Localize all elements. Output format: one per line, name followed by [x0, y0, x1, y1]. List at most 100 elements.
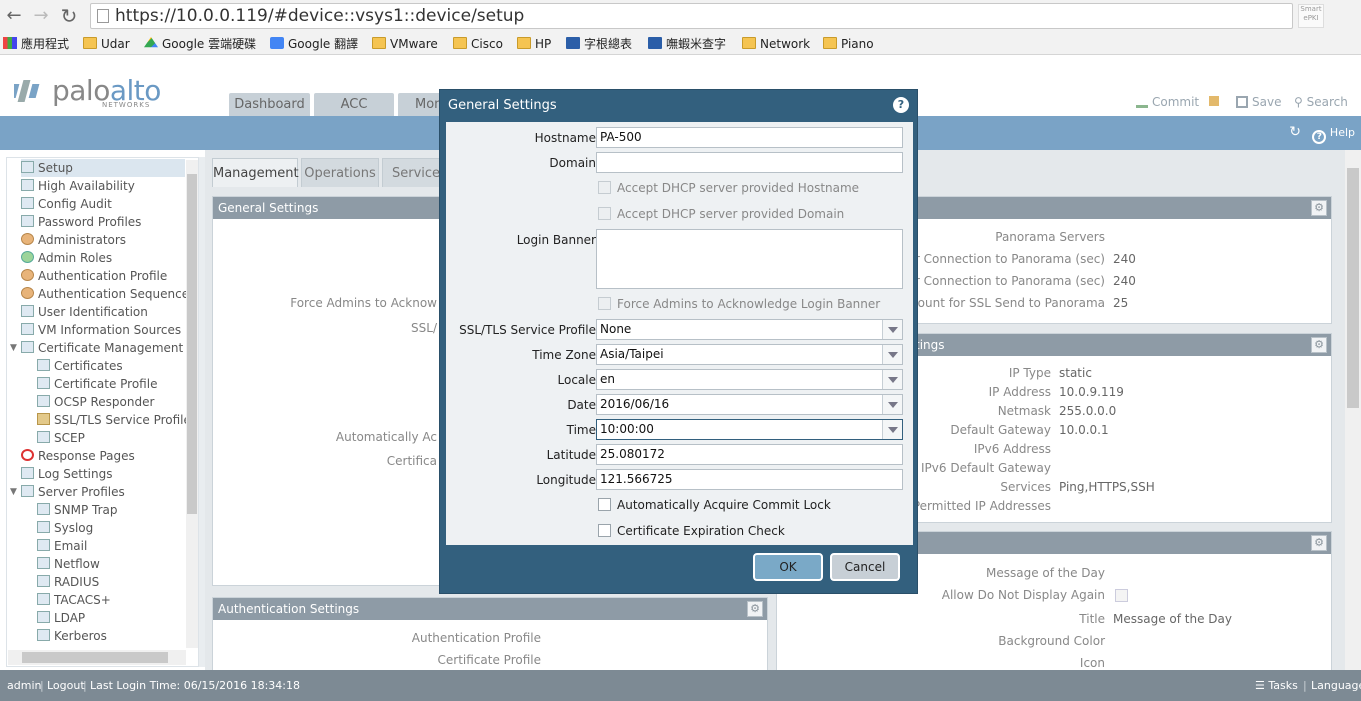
- domain-input[interactable]: [596, 152, 903, 173]
- chevron-down-icon[interactable]: [882, 345, 902, 364]
- bookmark-google-translate[interactable]: Google 翻譯: [270, 36, 358, 52]
- dhcp-hostname-checkbox[interactable]: [598, 181, 611, 194]
- bookmark-zigen[interactable]: 字根總表: [566, 36, 632, 52]
- tab-dashboard[interactable]: Dashboard: [229, 93, 310, 116]
- save-button[interactable]: Save: [1236, 95, 1281, 109]
- time-select[interactable]: 10:00:00: [596, 419, 903, 440]
- tree-item-certificate-management[interactable]: Certificate Management: [21, 339, 183, 357]
- bookmark-cisco[interactable]: Cisco: [453, 36, 503, 52]
- tree-item-log-settings[interactable]: Log Settings: [21, 465, 112, 483]
- calendar-dropdown-icon[interactable]: [882, 395, 902, 414]
- tree-item-netflow[interactable]: Netflow: [37, 555, 100, 573]
- scrollbar-thumb[interactable]: [1347, 168, 1359, 408]
- scep-icon: [37, 431, 50, 443]
- tree-item-radius[interactable]: RADIUS: [37, 573, 99, 591]
- tab-acc[interactable]: ACC: [314, 93, 394, 116]
- back-icon[interactable]: ←: [3, 5, 25, 27]
- login-banner-textarea[interactable]: [596, 229, 903, 289]
- panel-splitter[interactable]: [199, 157, 205, 667]
- tree-item-certificate-profile[interactable]: Certificate Profile: [37, 375, 157, 393]
- logout-link[interactable]: Logout: [47, 670, 85, 701]
- refresh-icon[interactable]: ↻: [1289, 124, 1301, 140]
- bookmark-boshiamy[interactable]: 嘸蝦米查字: [648, 36, 726, 52]
- tasks-button[interactable]: ☰ Tasks: [1255, 670, 1298, 701]
- tree-item-tacacs[interactable]: TACACS+: [37, 591, 111, 609]
- bookmark-apps[interactable]: 應用程式: [3, 36, 69, 52]
- tree-item-server-profiles[interactable]: Server Profiles: [21, 483, 125, 501]
- tree-item-certificates[interactable]: Certificates: [37, 357, 123, 375]
- help-link[interactable]: Help: [1330, 126, 1355, 139]
- forward-icon[interactable]: →: [30, 5, 52, 27]
- date-picker[interactable]: 2016/06/16: [596, 394, 903, 415]
- hostname-input[interactable]: PA-500: [596, 127, 903, 148]
- tree-item-syslog[interactable]: Syslog: [37, 519, 93, 537]
- dhcp-domain-checkbox[interactable]: [598, 207, 611, 220]
- url-text: https://10.0.0.119/#device::vsys1::devic…: [115, 6, 525, 26]
- tree-item-ssl-tls-service-profile[interactable]: SSL/TLS Service Profile: [37, 411, 191, 429]
- bookmark-hp[interactable]: HP: [517, 36, 551, 52]
- dialog-title: General Settings: [448, 98, 557, 113]
- tree-item-authentication-sequence[interactable]: Authentication Sequence: [21, 285, 189, 303]
- gear-icon[interactable]: ⚙: [1311, 337, 1327, 353]
- tree-item-setup[interactable]: Setup: [21, 159, 185, 177]
- help-icon[interactable]: ?: [893, 97, 909, 113]
- locale-label: Locale: [557, 373, 596, 387]
- tab-operations[interactable]: Operations: [301, 158, 379, 187]
- force-acknowledge-checkbox[interactable]: [598, 297, 611, 310]
- tree-item-email[interactable]: Email: [37, 537, 87, 555]
- scrollbar-thumb[interactable]: [22, 652, 168, 663]
- gear-icon[interactable]: ⚙: [1311, 200, 1327, 216]
- gear-icon[interactable]: ⚙: [1311, 535, 1327, 551]
- time-zone-select[interactable]: Asia/Taipei: [596, 344, 903, 365]
- tree-vertical-scrollbar[interactable]: [186, 160, 198, 648]
- tree-item-ldap[interactable]: LDAP: [37, 609, 85, 627]
- latitude-input[interactable]: 25.080172: [596, 444, 903, 465]
- dictionary-icon: [648, 37, 662, 49]
- tree-item-admin-roles[interactable]: Admin Roles: [21, 249, 112, 267]
- cancel-button[interactable]: Cancel: [830, 553, 900, 581]
- ssl-tls-profile-select[interactable]: None: [596, 319, 903, 340]
- ok-button[interactable]: OK: [753, 553, 823, 581]
- bookmark-network[interactable]: Network: [742, 36, 810, 52]
- chevron-down-icon[interactable]: [882, 370, 902, 389]
- tree-horizontal-scrollbar[interactable]: [8, 650, 186, 665]
- tree-item-vm-information-sources[interactable]: VM Information Sources: [21, 321, 181, 339]
- bookmark-piano[interactable]: Piano: [823, 36, 874, 52]
- tab-management[interactable]: Management: [212, 158, 299, 187]
- tab-services[interactable]: Services: [382, 158, 442, 187]
- search-button[interactable]: ⚲ Search: [1294, 95, 1348, 109]
- field-label: Message of the Day: [986, 566, 1105, 580]
- bookmark-google-drive[interactable]: Google 雲端硬碟: [144, 36, 256, 52]
- smart-epki-icon[interactable]: Smart ePKI: [1298, 4, 1324, 28]
- commit-button[interactable]: Commit: [1136, 95, 1219, 109]
- tree-item-scep[interactable]: SCEP: [37, 429, 85, 447]
- chevron-down-icon[interactable]: [882, 320, 902, 339]
- collapse-icon[interactable]: ▼: [10, 339, 20, 357]
- tree-item-ocsp-responder[interactable]: OCSP Responder: [37, 393, 154, 411]
- gear-icon[interactable]: ⚙: [747, 601, 763, 617]
- address-bar[interactable]: https://10.0.0.119/#device::vsys1::devic…: [90, 3, 1293, 29]
- cert-expiration-checkbox[interactable]: [598, 524, 611, 537]
- tree-item-response-pages[interactable]: Response Pages: [21, 447, 135, 465]
- reload-icon[interactable]: ↻: [58, 5, 80, 27]
- longitude-input[interactable]: 121.566725: [596, 469, 903, 490]
- auto-commit-lock-checkbox[interactable]: [598, 498, 611, 511]
- tree-item-administrators[interactable]: Administrators: [21, 231, 126, 249]
- collapse-icon[interactable]: ▼: [10, 483, 20, 501]
- tree-item-snmp-trap[interactable]: SNMP Trap: [37, 501, 117, 519]
- tree-item-kerberos[interactable]: Kerberos: [37, 627, 107, 645]
- help-icon[interactable]: ?: [1312, 130, 1327, 144]
- bookmark-vmware[interactable]: VMware: [372, 36, 438, 52]
- tree-item-user-identification[interactable]: User Identification: [21, 303, 148, 321]
- scrollbar-thumb[interactable]: [187, 174, 197, 514]
- tree-item-password-profiles[interactable]: Password Profiles: [21, 213, 141, 231]
- tree-item-config-audit[interactable]: Config Audit: [21, 195, 112, 213]
- language-button[interactable]: Language: [1311, 670, 1361, 701]
- content-scrollbar[interactable]: [1345, 150, 1361, 670]
- chevron-down-icon[interactable]: [882, 420, 902, 439]
- tab-monitor[interactable]: Mon: [398, 93, 443, 116]
- tree-item-high-availability[interactable]: High Availability: [21, 177, 135, 195]
- locale-select[interactable]: en: [596, 369, 903, 390]
- bookmark-udar[interactable]: Udar: [83, 36, 130, 52]
- tree-item-authentication-profile[interactable]: Authentication Profile: [21, 267, 167, 285]
